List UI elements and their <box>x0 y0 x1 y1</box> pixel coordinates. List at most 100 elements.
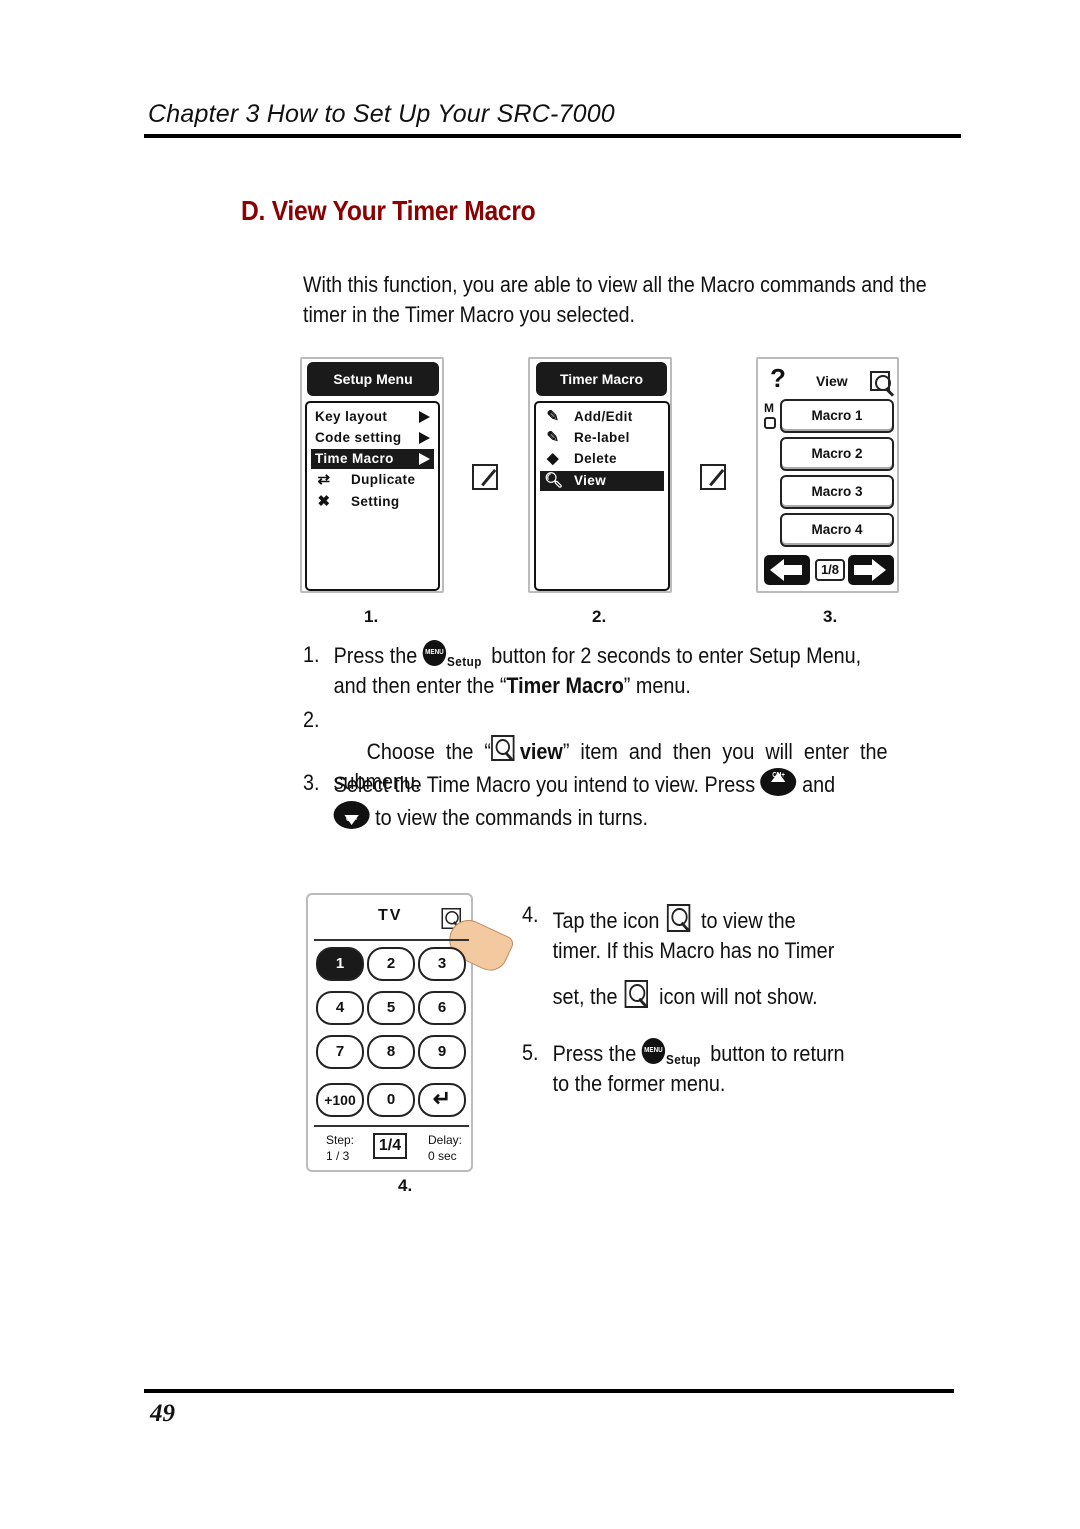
step-text-part: to view the commands in turns. <box>375 805 649 830</box>
keypad-top-rule <box>314 939 469 941</box>
menu-item-label: Duplicate <box>351 472 416 487</box>
help-icon[interactable]: ? <box>770 363 786 394</box>
menu-circle: MENU <box>641 1038 666 1064</box>
menu-setup-button-icon: MENU Setup <box>422 640 486 669</box>
prev-page-button[interactable] <box>764 555 810 585</box>
key-8[interactable]: 8 <box>367 1035 415 1069</box>
step-number: 2. <box>303 707 320 732</box>
menu-item-add-edit[interactable]: ✎ Add/Edit <box>540 407 664 427</box>
step-text-part: Press the <box>333 643 418 668</box>
step-text-part: Select the Time Macro you intend to view… <box>333 772 756 797</box>
step-text: Select the Time Macro you intend to view… <box>333 768 836 834</box>
step-text: Press the MENU Setup button to return to… <box>553 1038 845 1099</box>
next-page-button[interactable] <box>848 555 894 585</box>
timer-macro-title: Timer Macro <box>536 362 667 396</box>
page-indicator: 1/8 <box>815 559 845 581</box>
menu-item-duplicate[interactable]: ⇄ Duplicate <box>311 470 434 490</box>
step-number: 4. <box>522 902 539 927</box>
timer-view-icon <box>665 900 696 934</box>
step-page-indicator: 1/4 <box>373 1133 407 1159</box>
step-bold-text: Timer Macro <box>506 673 624 698</box>
menu-item-relabel[interactable]: ✎ Re-label <box>540 428 664 448</box>
key-0[interactable]: 0 <box>367 1083 415 1117</box>
header-rule <box>144 134 961 138</box>
step-bold-text: view <box>519 739 563 764</box>
menu-item-delete[interactable]: ◆ Delete <box>540 449 664 469</box>
figure-keypad-screen: TV 1 2 3 4 5 6 7 8 9 +100 0 ↵ Step: 1 / … <box>306 893 516 1172</box>
step-text-part: Choose the “ <box>366 739 491 764</box>
tools-icon: ✖ <box>317 493 331 510</box>
step-text-part: ” item and then you will enter the <box>562 739 888 764</box>
menu-circle: MENU <box>422 640 447 666</box>
page-number: 49 <box>150 1400 175 1427</box>
macro-button-1[interactable]: Macro 1 <box>780 399 894 433</box>
key-4[interactable]: 4 <box>316 991 364 1025</box>
figure-timer-macro: Timer Macro ✎ Add/Edit ✎ Re-label ◆ Dele… <box>528 357 672 593</box>
arrow-left-icon <box>770 559 784 581</box>
setup-menu-list: Key layout Code setting Time Macro ⇄ Dup… <box>305 401 440 591</box>
step-value: 1 / 3 <box>326 1149 350 1163</box>
arrow-right-icon <box>419 411 430 423</box>
triangle-down <box>344 815 359 825</box>
step-text-part: ” menu. <box>623 673 691 698</box>
key-9[interactable]: 9 <box>418 1035 466 1069</box>
step-text-part: Tap the icon <box>552 908 660 933</box>
section-title: D. View Your Timer Macro <box>241 195 536 226</box>
delay-label: Delay: <box>428 1133 463 1147</box>
menu-item-label: Time Macro <box>315 451 394 466</box>
ch-up-label: CH+ <box>772 772 785 779</box>
key-plus-100[interactable]: +100 <box>316 1083 364 1117</box>
menu-item-setting[interactable]: ✖ Setting <box>311 492 434 512</box>
menu-setup-button-icon: MENU Setup <box>641 1038 705 1067</box>
key-2[interactable]: 2 <box>367 947 415 981</box>
menu-item-time-macro[interactable]: Time Macro <box>311 449 434 469</box>
menu-item-label: Key layout <box>315 409 388 424</box>
bars-icon <box>784 565 802 575</box>
menu-item-label: Setting <box>351 494 400 509</box>
edit-icon <box>472 464 498 490</box>
step-text: Tap the icon to view the timer. If this … <box>552 900 834 1012</box>
key-7[interactable]: 7 <box>316 1035 364 1069</box>
view-icon <box>870 371 891 391</box>
menu-item-code-setting[interactable]: Code setting <box>311 428 434 448</box>
step-text-part: button for 2 seconds to enter Setup Menu… <box>491 643 862 668</box>
key-enter[interactable]: ↵ <box>418 1083 466 1117</box>
figure-caption-1: 1. <box>364 607 379 626</box>
view-screen-title: View <box>816 373 848 389</box>
step-text-part: and <box>802 772 836 797</box>
step-number: 5. <box>522 1040 539 1065</box>
figure-view-screen: ? View M Macro 1 Macro 2 Macro 3 Macro 4… <box>756 357 899 593</box>
chapter-title: Chapter 3 How to Set Up Your SRC-7000 <box>148 100 615 128</box>
setup-label: Setup <box>447 654 482 669</box>
channel-up-icon: CH+ <box>760 768 797 796</box>
relabel-icon: ✎ <box>546 429 560 446</box>
key-6[interactable]: 6 <box>418 991 466 1025</box>
key-3[interactable]: 3 <box>418 947 466 981</box>
timer-macro-list: ✎ Add/Edit ✎ Re-label ◆ Delete 🔍︎ View <box>534 401 670 591</box>
bars-icon <box>854 565 872 575</box>
key-5[interactable]: 5 <box>367 991 415 1025</box>
key-1[interactable]: 1 <box>316 947 364 981</box>
menu-item-view[interactable]: 🔍︎ View <box>540 471 664 491</box>
menu-item-key-layout[interactable]: Key layout <box>311 407 434 427</box>
step-text-part: button to return <box>710 1041 845 1066</box>
figure-caption-2: 2. <box>592 607 607 626</box>
macro-button-2[interactable]: Macro 2 <box>780 437 894 471</box>
step-label: Step: <box>326 1133 355 1147</box>
figure-caption-3: 3. <box>823 607 838 626</box>
macro-button-3[interactable]: Macro 3 <box>780 475 894 509</box>
figure-caption-4: 4. <box>398 1176 413 1195</box>
edit-icon <box>700 464 726 490</box>
enter-arrow-icon: ↵ <box>432 1086 452 1111</box>
menu-item-label: Add/Edit <box>574 409 633 424</box>
arrow-right-icon <box>419 432 430 444</box>
macro-side-label: M <box>764 401 774 415</box>
menu-item-label: Re-label <box>574 430 630 445</box>
step-text-part: to view the <box>701 908 796 933</box>
footer-rule <box>144 1389 954 1393</box>
view-icon <box>490 735 515 761</box>
device-label: TV <box>378 907 403 924</box>
macro-button-4[interactable]: Macro 4 <box>780 513 894 547</box>
step-text-part: set, the <box>552 984 618 1009</box>
step-text-part: icon will not show. <box>659 984 818 1009</box>
